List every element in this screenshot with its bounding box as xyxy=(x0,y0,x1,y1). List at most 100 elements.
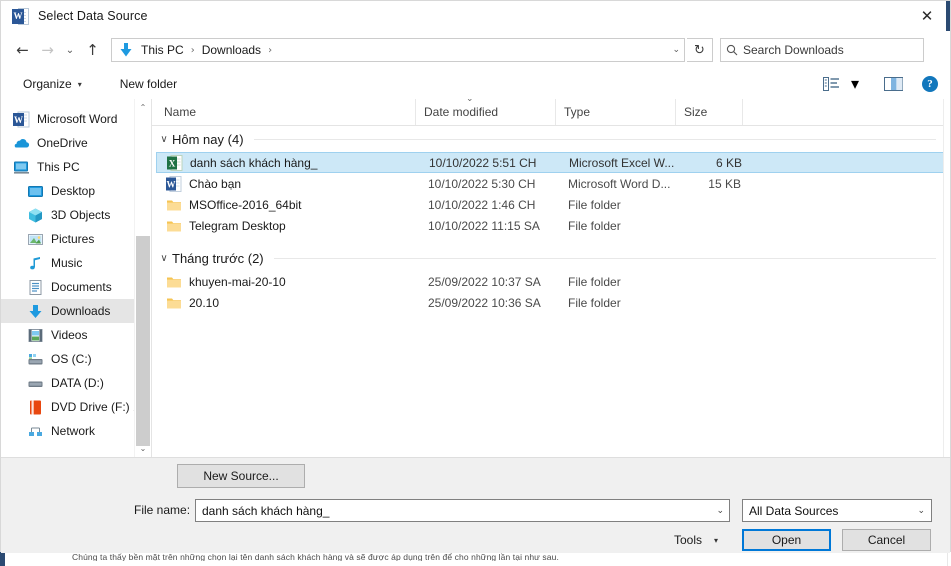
file-list-scrollbar[interactable] xyxy=(943,99,950,457)
file-group-header[interactable]: ∨ Tháng trước (2) xyxy=(152,245,950,271)
sidebar-item-3d-objects[interactable]: 3D Objects xyxy=(1,203,151,227)
data-source-filter-value: All Data Sources xyxy=(749,503,839,518)
desktop-icon xyxy=(27,183,44,200)
file-name-input[interactable]: danh sách khách hàng_ ⌄ xyxy=(195,499,730,522)
new-folder-button[interactable]: New folder xyxy=(112,72,185,96)
table-row[interactable]: X danh sách khách hàng_ 10/10/2022 5:51 … xyxy=(156,152,950,173)
file-name-cell: X danh sách khách hàng_ xyxy=(157,154,421,171)
column-header-type[interactable]: Type xyxy=(556,99,676,125)
sidebar-item-pictures[interactable]: Pictures xyxy=(1,227,151,251)
window-title: Select Data Source xyxy=(38,9,148,23)
breadcrumb-separator: › xyxy=(190,44,195,56)
file-name-label: MSOffice-2016_64bit xyxy=(189,197,302,212)
sidebar-item-label: This PC xyxy=(37,160,80,174)
file-name-label: Chào bạn xyxy=(189,176,242,191)
breadcrumb-this-pc[interactable]: This PC xyxy=(138,43,187,57)
table-row[interactable]: 20.10 25/09/2022 10:36 SA File folder xyxy=(156,292,950,313)
sidebar-item-dvd-drive-f[interactable]: DVD Drive (F:) 16 xyxy=(1,395,151,419)
search-placeholder: Search Downloads xyxy=(743,43,844,57)
sidebar-item-label: OS (C:) xyxy=(51,352,92,366)
view-options-chevron-down-icon[interactable]: ▾ xyxy=(846,72,864,96)
sidebar-item-label: Documents xyxy=(51,280,112,294)
help-icon[interactable]: ? xyxy=(922,76,938,92)
svg-text:X: X xyxy=(169,158,176,168)
select-data-source-dialog: W Select Data Source ✕ ← → ⌄ ↑ This PC ›… xyxy=(0,0,951,553)
file-name-cell: Telegram Desktop xyxy=(156,218,420,234)
sidebar-item-label: OneDrive xyxy=(37,136,88,150)
file-name-value: danh sách khách hàng_ xyxy=(202,503,330,518)
sidebar-item-this-pc[interactable]: This PC xyxy=(1,155,151,179)
file-name-label: 20.10 xyxy=(189,295,220,310)
sidebar-item-microsoft-word[interactable]: W Microsoft Word xyxy=(1,107,151,131)
tools-button[interactable]: Tools ▾ xyxy=(674,530,718,550)
sidebar-item-label: Desktop xyxy=(51,184,96,198)
sidebar-item-onedrive[interactable]: OneDrive xyxy=(1,131,151,155)
file-name-label: danh sách khách hàng_ xyxy=(190,155,318,170)
table-row[interactable]: Telegram Desktop 10/10/2022 11:15 SA Fil… xyxy=(156,215,950,236)
file-name-cell: W Chào bạn xyxy=(156,175,420,192)
group-divider xyxy=(273,257,936,259)
sidebar-item-documents[interactable]: Documents xyxy=(1,275,151,299)
file-date-cell: 25/09/2022 10:37 SA xyxy=(428,274,541,289)
sidebar-scrollbar-thumb[interactable] xyxy=(136,236,150,446)
preview-pane-icon[interactable] xyxy=(880,72,906,96)
sidebar-item-label: Pictures xyxy=(51,232,95,246)
documents-icon xyxy=(27,279,44,296)
command-bar: Organize ▾ New folder ▾ ? xyxy=(1,69,950,100)
column-header-name[interactable]: Name xyxy=(152,99,416,125)
open-button[interactable]: Open xyxy=(742,529,831,551)
file-type-cell: Microsoft Word D... xyxy=(568,176,671,191)
svg-text:W: W xyxy=(167,179,176,189)
up-button[interactable]: ↑ xyxy=(80,37,105,63)
cancel-button[interactable]: Cancel xyxy=(842,529,931,551)
column-header-date-modified[interactable]: ⌄ Date modified xyxy=(416,99,556,125)
sidebar-item-downloads[interactable]: Downloads xyxy=(1,299,151,323)
forward-button: → xyxy=(41,41,54,59)
chevron-down-icon[interactable]: ∨ xyxy=(156,253,172,264)
organize-button[interactable]: Organize ▾ xyxy=(15,72,90,96)
scroll-down-icon[interactable]: ⌄ xyxy=(135,440,151,457)
column-header-date-label: Date modified xyxy=(424,105,499,119)
tools-label: Tools xyxy=(674,533,703,547)
file-group-header[interactable]: ∨ Hôm nay (4) xyxy=(152,126,950,152)
table-row[interactable]: khuyen-mai-20-10 25/09/2022 10:37 SA Fil… xyxy=(156,271,950,292)
table-row[interactable]: W Chào bạn 10/10/2022 5:30 CH Microsoft … xyxy=(156,173,950,194)
back-button[interactable]: ← xyxy=(10,37,35,63)
search-input[interactable]: Search Downloads xyxy=(720,38,924,62)
file-size-cell: 15 KB xyxy=(708,176,741,191)
breadcrumb-downloads[interactable]: Downloads xyxy=(199,43,264,57)
data-source-filter-select[interactable]: All Data Sources ⌄ xyxy=(742,499,932,522)
close-icon[interactable]: ✕ xyxy=(904,1,950,31)
sidebar-item-label: DVD Drive (F:) 16 xyxy=(51,400,147,414)
music-note-icon xyxy=(27,255,44,272)
refresh-button[interactable]: ↻ xyxy=(687,38,713,62)
chevron-down-icon[interactable]: ∨ xyxy=(156,134,172,145)
group-divider xyxy=(253,138,936,140)
chevron-down-icon[interactable]: ⌄ xyxy=(716,506,724,516)
sidebar-item-music[interactable]: Music xyxy=(1,251,151,275)
sidebar-item-os-c[interactable]: OS (C:) xyxy=(1,347,151,371)
recent-locations-button[interactable]: ⌄ xyxy=(60,37,80,63)
sidebar-scrollbar[interactable]: ⌃ ⌄ xyxy=(134,99,151,457)
onedrive-cloud-icon xyxy=(13,135,30,152)
sidebar-item-videos[interactable]: Videos xyxy=(1,323,151,347)
sidebar-item-label: Videos xyxy=(51,328,88,342)
new-source-button[interactable]: New Source... xyxy=(177,464,305,488)
file-type-cell: File folder xyxy=(568,197,621,212)
chevron-down-icon[interactable]: ⌄ xyxy=(917,506,925,516)
column-header-size[interactable]: Size xyxy=(676,99,743,125)
sidebar-item-desktop[interactable]: Desktop xyxy=(1,179,151,203)
column-headers: Name ⌄ Date modified Type Size xyxy=(152,99,950,126)
organize-label: Organize xyxy=(23,77,72,91)
file-date-cell: 10/10/2022 1:46 CH xyxy=(428,197,536,212)
navigation-bar: ← → ⌄ ↑ This PC › Downloads › ⌄ ↻ Search… xyxy=(1,31,950,69)
sidebar-item-data-d[interactable]: DATA (D:) xyxy=(1,371,151,395)
scroll-up-icon[interactable]: ⌃ xyxy=(135,99,151,116)
address-bar[interactable]: This PC › Downloads › ⌄ xyxy=(111,38,685,62)
sidebar-item-label: DATA (D:) xyxy=(51,376,104,390)
list-view-icon[interactable] xyxy=(818,72,844,96)
address-dropdown-icon[interactable]: ⌄ xyxy=(672,39,680,61)
sidebar-item-network[interactable]: Network xyxy=(1,419,151,443)
file-name-label: Telegram Desktop xyxy=(189,218,286,233)
table-row[interactable]: MSOffice-2016_64bit 10/10/2022 1:46 CH F… xyxy=(156,194,950,215)
